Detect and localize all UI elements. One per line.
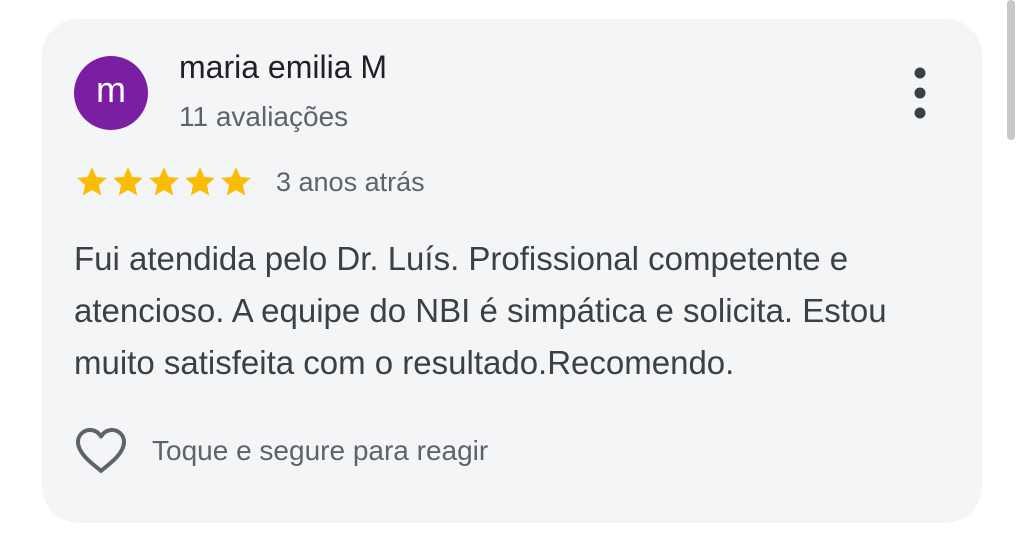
star-icon — [77, 167, 107, 196]
star-icon — [221, 167, 251, 196]
review-date: 3 anos atrás — [276, 166, 425, 197]
more-options-button[interactable] — [900, 65, 940, 121]
react-label: Toque e segure para reagir — [152, 435, 489, 466]
scrollbar[interactable] — [1007, 0, 1015, 140]
star-icon — [113, 167, 143, 196]
heart-outline-icon — [76, 428, 126, 473]
reviewer-name[interactable]: maria emilia M — [179, 49, 387, 86]
avatar-initial: m — [96, 69, 126, 110]
react-button[interactable]: Toque e segure para reagir — [74, 423, 488, 479]
rating-row: 3 anos atrás — [74, 162, 425, 202]
more-vert-icon — [914, 67, 926, 119]
star-icon — [185, 167, 215, 196]
reviewer-reviews-count: 11 avaliações — [179, 101, 349, 132]
review-card: m maria emilia M 11 avaliações 3 anos at… — [42, 19, 982, 523]
avatar[interactable]: m — [74, 56, 148, 130]
star-icon — [149, 167, 179, 196]
star-rating — [74, 164, 254, 200]
review-text: Fui atendida pelo Dr. Luís. Profissional… — [74, 240, 887, 381]
